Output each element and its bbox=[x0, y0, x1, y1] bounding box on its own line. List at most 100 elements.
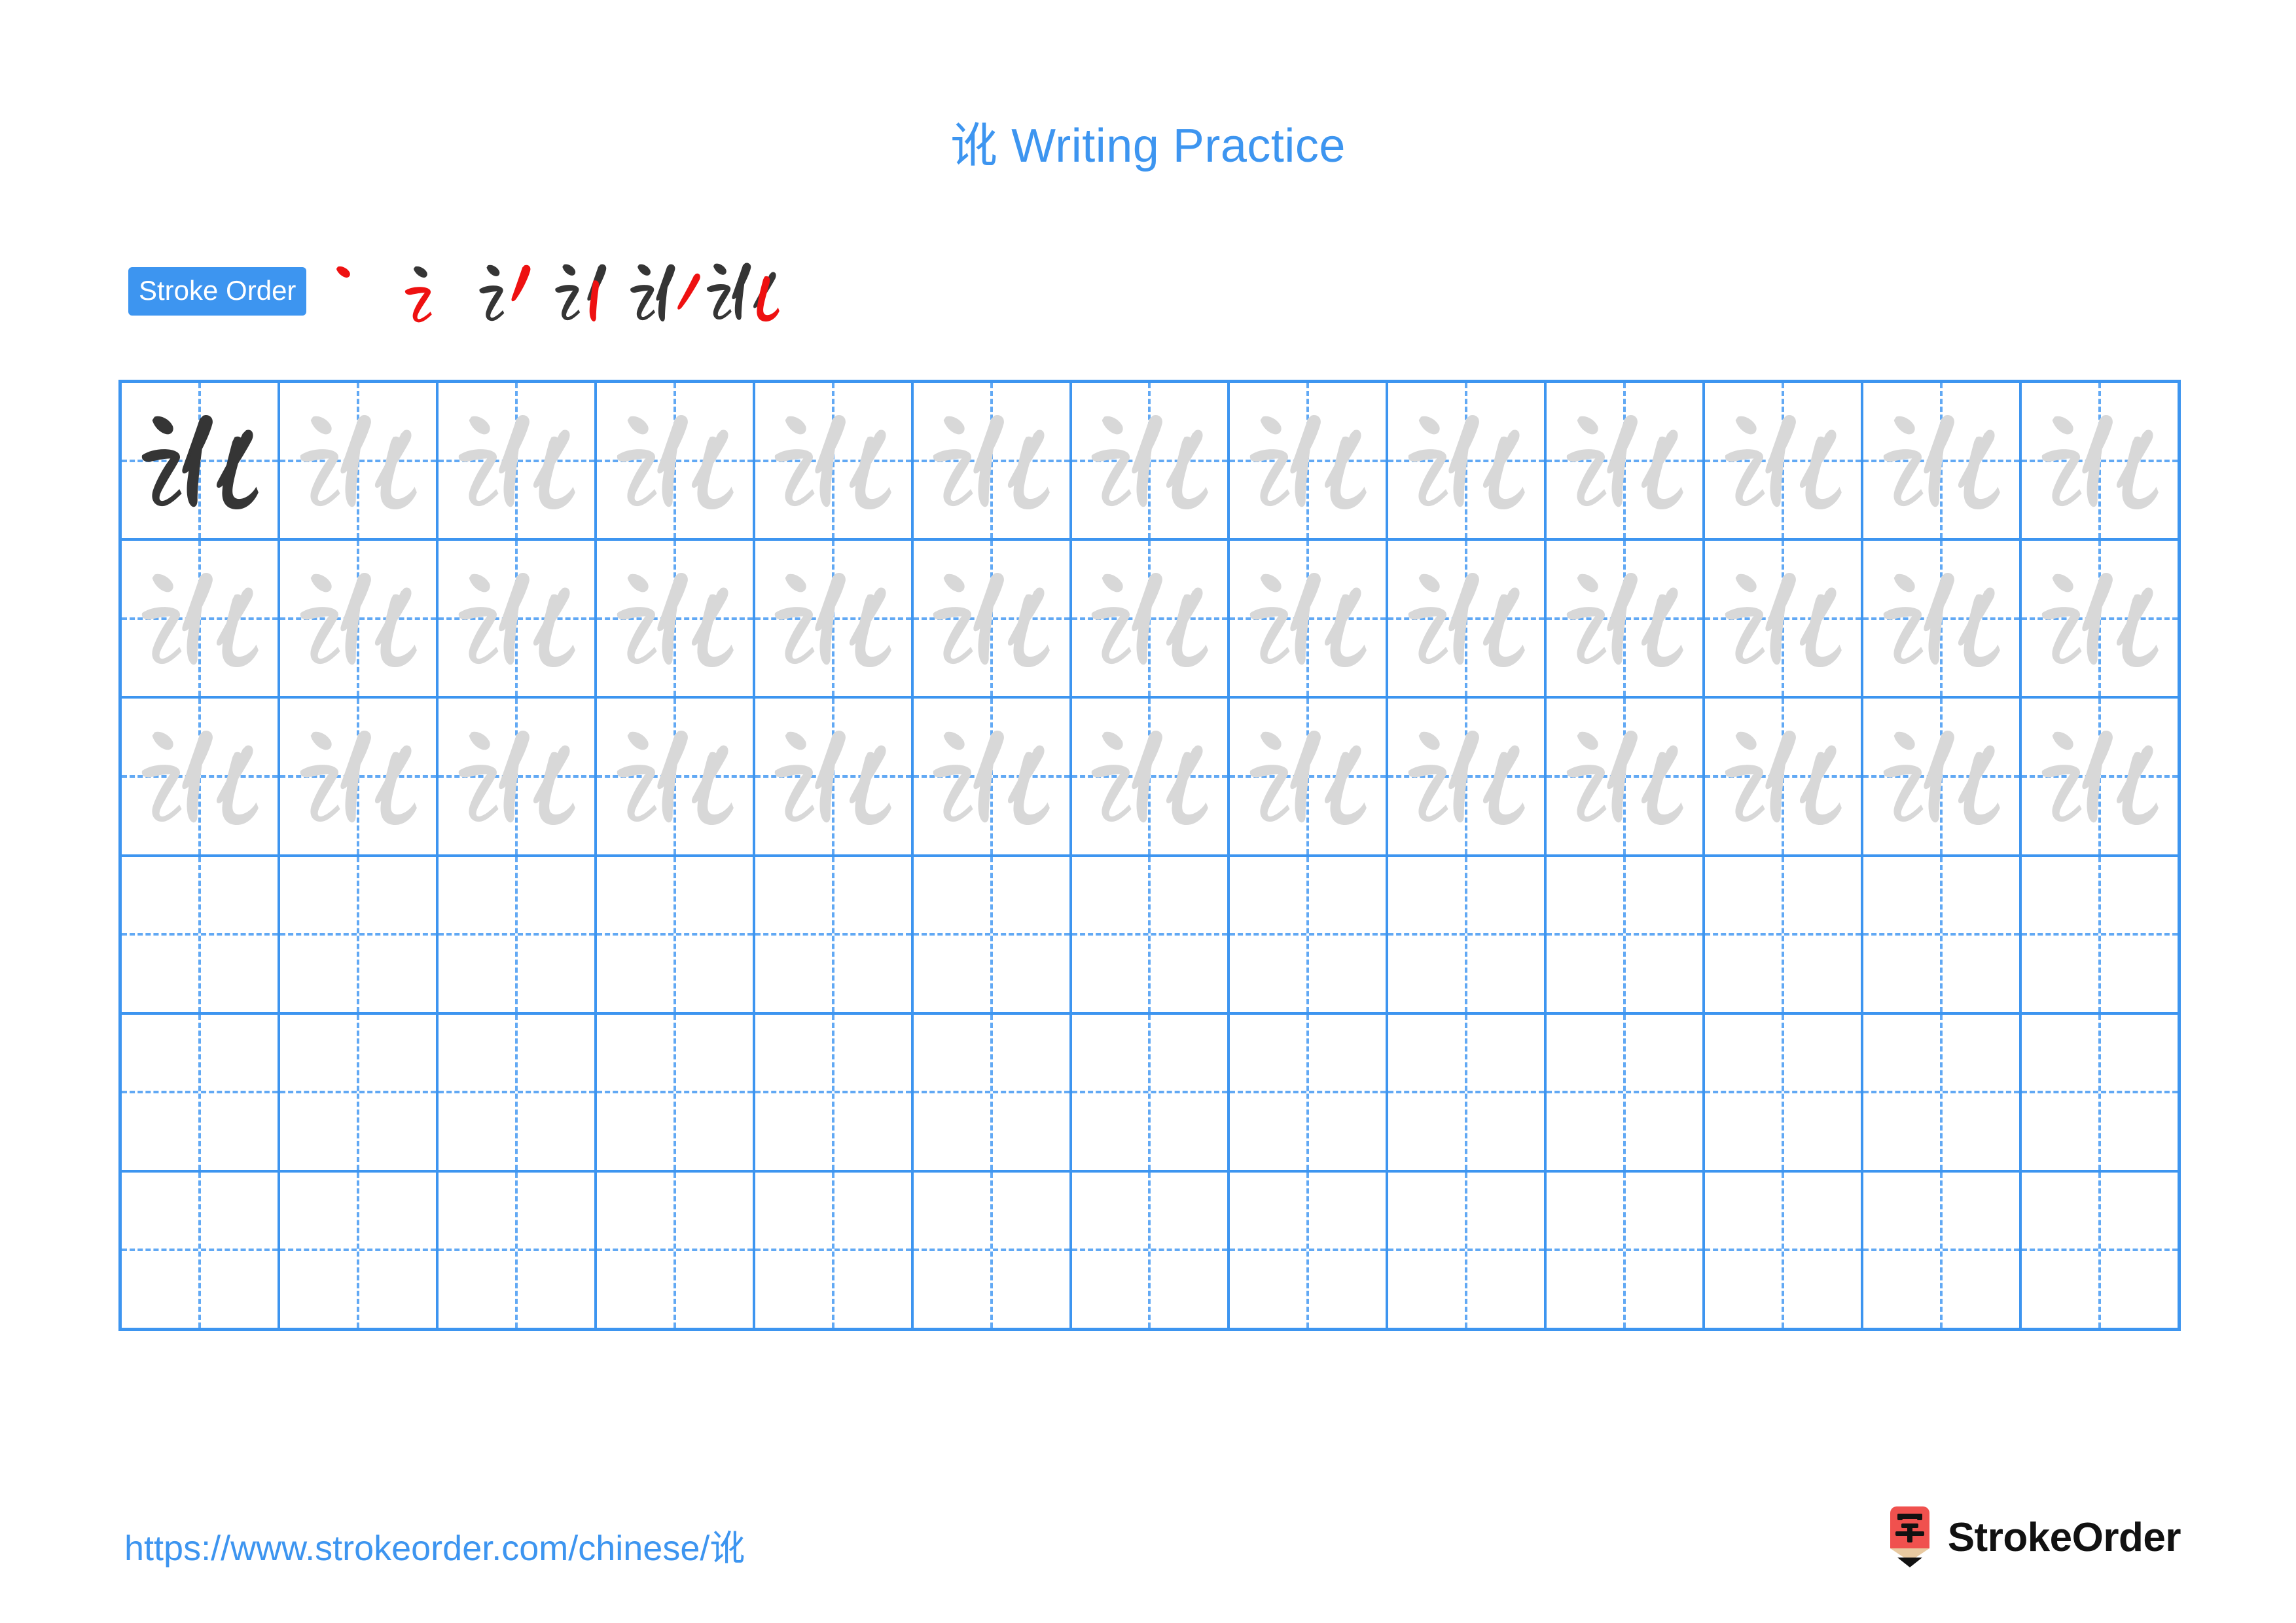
page-title: 讹 Writing Practice bbox=[950, 120, 1346, 172]
practice-cell[interactable] bbox=[1547, 383, 1706, 539]
practice-cell[interactable] bbox=[1547, 699, 1706, 854]
practice-cell[interactable] bbox=[1072, 699, 1230, 854]
practice-cell[interactable] bbox=[1705, 1172, 1864, 1328]
practice-cell[interactable] bbox=[914, 699, 1072, 854]
practice-cell[interactable] bbox=[1705, 383, 1864, 539]
practice-cell[interactable] bbox=[1072, 1172, 1230, 1328]
brand-name: StrokeOrder bbox=[1947, 1514, 2181, 1560]
practice-cell[interactable] bbox=[1072, 383, 1230, 539]
practice-cell[interactable] bbox=[280, 1014, 439, 1170]
practice-cell[interactable] bbox=[1863, 383, 2022, 539]
practice-grid bbox=[118, 380, 2181, 1331]
practice-cell[interactable] bbox=[1230, 383, 1389, 539]
practice-cell[interactable] bbox=[597, 699, 755, 854]
stroke-step-2 bbox=[395, 253, 473, 330]
practice-cell[interactable] bbox=[439, 541, 597, 697]
practice-cell[interactable] bbox=[280, 1172, 439, 1328]
strokeorder-pencil-icon bbox=[1886, 1506, 1933, 1568]
practice-cell[interactable] bbox=[122, 383, 280, 539]
practice-cell[interactable] bbox=[439, 856, 597, 1012]
tracing-character bbox=[2022, 699, 2178, 854]
practice-cell[interactable] bbox=[1072, 541, 1230, 697]
practice-cell[interactable] bbox=[1547, 1172, 1706, 1328]
footer-url[interactable]: https://www.strokeorder.com/chinese/讹 bbox=[124, 1519, 745, 1571]
practice-cell[interactable] bbox=[2022, 383, 2178, 538]
practice-cell[interactable] bbox=[2022, 699, 2178, 854]
practice-cell[interactable] bbox=[2022, 857, 2178, 1012]
tracing-character bbox=[1547, 541, 1702, 696]
practice-cell[interactable] bbox=[439, 383, 597, 539]
practice-cell[interactable] bbox=[1547, 1014, 1706, 1170]
practice-row bbox=[122, 856, 2178, 1015]
tracing-character bbox=[439, 541, 594, 696]
practice-cell[interactable] bbox=[1388, 699, 1547, 854]
practice-cell[interactable] bbox=[1863, 1014, 2022, 1170]
tracing-character bbox=[597, 383, 753, 538]
tracing-character bbox=[914, 383, 1069, 538]
practice-cell[interactable] bbox=[597, 383, 755, 539]
practice-cell[interactable] bbox=[914, 1172, 1072, 1328]
practice-cell[interactable] bbox=[2022, 1015, 2178, 1170]
practice-cell[interactable] bbox=[122, 856, 280, 1012]
practice-cell[interactable] bbox=[280, 541, 439, 697]
tracing-character bbox=[1705, 541, 1861, 696]
practice-cell[interactable] bbox=[1072, 856, 1230, 1012]
practice-cell[interactable] bbox=[1230, 1014, 1389, 1170]
practice-cell[interactable] bbox=[1863, 541, 2022, 697]
practice-cell[interactable] bbox=[280, 383, 439, 539]
tracing-character bbox=[1072, 541, 1228, 696]
practice-cell[interactable] bbox=[597, 1014, 755, 1170]
practice-cell[interactable] bbox=[1388, 856, 1547, 1012]
practice-cell[interactable] bbox=[597, 856, 755, 1012]
practice-cell[interactable] bbox=[2022, 541, 2178, 696]
practice-cell[interactable] bbox=[122, 1172, 280, 1328]
practice-cell[interactable] bbox=[1705, 1014, 1864, 1170]
practice-cell[interactable] bbox=[755, 383, 914, 539]
practice-cell[interactable] bbox=[1388, 1014, 1547, 1170]
practice-cell[interactable] bbox=[1230, 1172, 1389, 1328]
footer-logo[interactable]: StrokeOrder bbox=[1886, 1506, 2181, 1569]
practice-cell[interactable] bbox=[439, 1172, 597, 1328]
practice-cell[interactable] bbox=[1388, 541, 1547, 697]
practice-cell[interactable] bbox=[1072, 1014, 1230, 1170]
practice-cell[interactable] bbox=[755, 541, 914, 697]
practice-cell[interactable] bbox=[122, 541, 280, 697]
tracing-character bbox=[1230, 541, 1386, 696]
practice-cell[interactable] bbox=[439, 1014, 597, 1170]
tracing-character bbox=[1863, 699, 2019, 854]
practice-cell[interactable] bbox=[1230, 699, 1389, 854]
practice-row bbox=[122, 699, 2178, 857]
tracing-character bbox=[1072, 383, 1228, 538]
practice-cell[interactable] bbox=[755, 856, 914, 1012]
practice-cell[interactable] bbox=[1388, 383, 1547, 539]
practice-cell[interactable] bbox=[597, 1172, 755, 1328]
practice-cell[interactable] bbox=[2022, 1173, 2178, 1328]
practice-cell[interactable] bbox=[1230, 541, 1389, 697]
practice-cell[interactable] bbox=[914, 383, 1072, 539]
practice-cell[interactable] bbox=[914, 1014, 1072, 1170]
practice-cell[interactable] bbox=[914, 856, 1072, 1012]
practice-cell[interactable] bbox=[1863, 699, 2022, 854]
practice-cell[interactable] bbox=[1388, 1172, 1547, 1328]
practice-cell[interactable] bbox=[1230, 856, 1389, 1012]
practice-cell[interactable] bbox=[1547, 541, 1706, 697]
practice-cell[interactable] bbox=[755, 699, 914, 854]
practice-cell[interactable] bbox=[122, 699, 280, 854]
practice-cell[interactable] bbox=[122, 1014, 280, 1170]
practice-cell[interactable] bbox=[439, 699, 597, 854]
tracing-character bbox=[122, 541, 278, 696]
practice-cell[interactable] bbox=[280, 856, 439, 1012]
practice-cell[interactable] bbox=[597, 541, 755, 697]
practice-cell[interactable] bbox=[1863, 856, 2022, 1012]
practice-cell[interactable] bbox=[1705, 541, 1864, 697]
practice-row bbox=[122, 383, 2178, 541]
practice-cell[interactable] bbox=[755, 1014, 914, 1170]
practice-cell[interactable] bbox=[755, 1172, 914, 1328]
tracing-character bbox=[755, 699, 911, 854]
practice-cell[interactable] bbox=[280, 699, 439, 854]
practice-cell[interactable] bbox=[1705, 856, 1864, 1012]
practice-cell[interactable] bbox=[1705, 699, 1864, 854]
practice-cell[interactable] bbox=[914, 541, 1072, 697]
practice-cell[interactable] bbox=[1547, 856, 1706, 1012]
practice-cell[interactable] bbox=[1863, 1172, 2022, 1328]
